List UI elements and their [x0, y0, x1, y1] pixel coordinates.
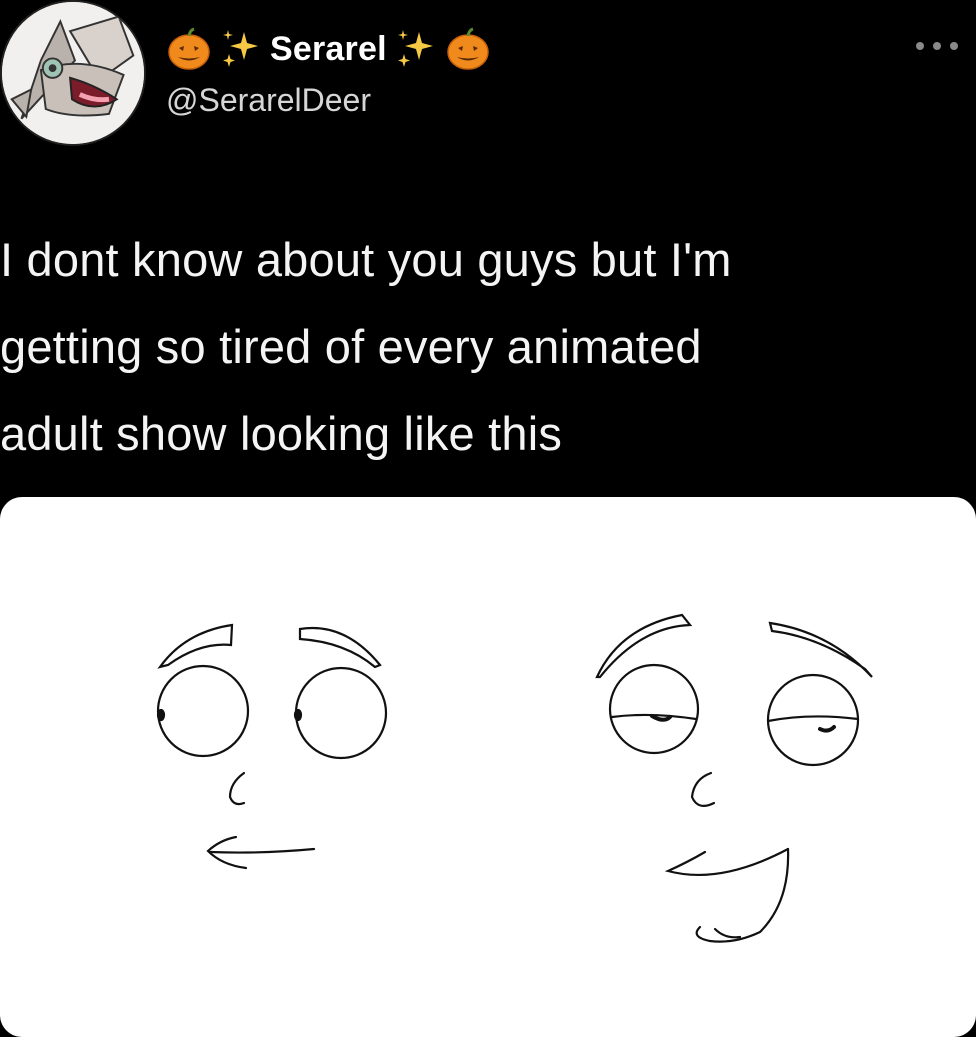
more-dot	[916, 42, 924, 50]
more-dot	[933, 42, 941, 50]
left-cartoon-face	[156, 623, 388, 870]
author-display-name: Serarel	[270, 29, 387, 68]
author-handle[interactable]: @SerarelDeer	[166, 82, 371, 119]
right-cartoon-face	[595, 613, 873, 943]
more-options-icon[interactable]	[916, 36, 958, 56]
sparkles-icon	[393, 26, 439, 72]
author-avatar[interactable]	[0, 0, 146, 146]
author-name-row[interactable]: Serarel	[166, 24, 491, 74]
pumpkin-icon	[166, 26, 212, 72]
pumpkin-icon	[445, 26, 491, 72]
sparkles-icon	[218, 26, 264, 72]
tweet-text: I dont know about you guys but I'm getti…	[0, 233, 732, 460]
more-dot	[950, 42, 958, 50]
tweet-media-image[interactable]	[0, 497, 976, 1037]
